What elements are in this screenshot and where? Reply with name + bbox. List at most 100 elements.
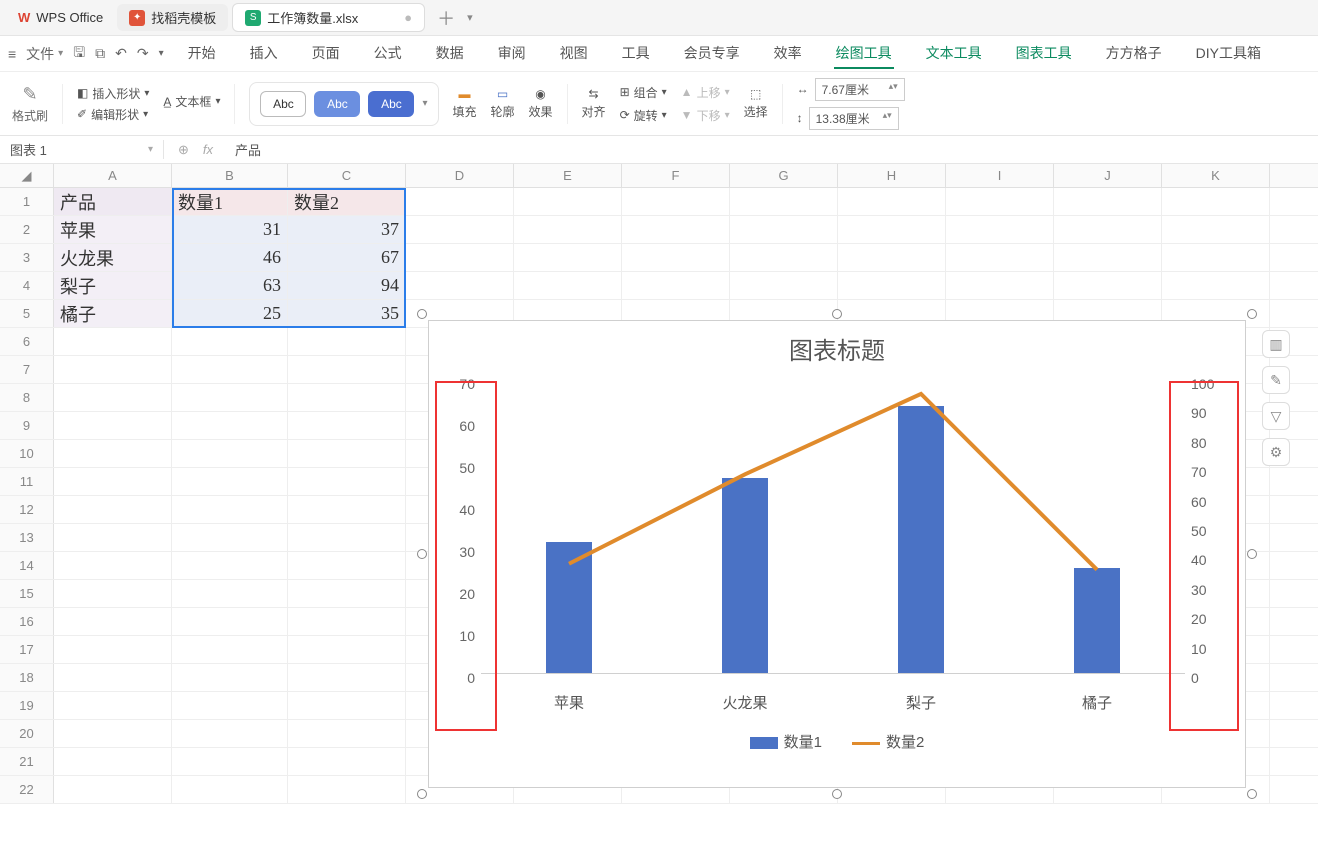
spreadsheet[interactable]: ◢ ABCDEFGHIJK 1产品数量1数量22苹果31373火龙果46674梨… [0, 164, 1318, 804]
row-header-5[interactable]: 5 [0, 300, 54, 327]
menu-tab-1[interactable]: 插入 [248, 39, 280, 69]
cell-B19[interactable] [172, 692, 288, 719]
menu-tab-2[interactable]: 页面 [310, 39, 342, 69]
cell-A19[interactable] [54, 692, 172, 719]
cell-B15[interactable] [172, 580, 288, 607]
text-box[interactable]: A̲ 文本框 ▾ [163, 93, 220, 110]
row-header-19[interactable]: 19 [0, 692, 54, 719]
abc-style-2[interactable]: Abc [314, 91, 360, 117]
undo-icon[interactable]: ↶ [115, 45, 127, 62]
cell-B3[interactable]: 46 [172, 244, 288, 271]
cell-A10[interactable] [54, 440, 172, 467]
hamburger-icon[interactable]: ≡ [8, 46, 16, 62]
cell-F2[interactable] [622, 216, 730, 243]
cell-C19[interactable] [288, 692, 406, 719]
cell-A12[interactable] [54, 496, 172, 523]
col-header-B[interactable]: B [172, 164, 288, 187]
cell-C18[interactable] [288, 664, 406, 691]
cell-I4[interactable] [946, 272, 1054, 299]
save-icon[interactable]: 🖫 [73, 42, 85, 66]
cell-B18[interactable] [172, 664, 288, 691]
align[interactable]: ⇆对齐 [582, 87, 606, 120]
cell-K2[interactable] [1162, 216, 1270, 243]
cell-C17[interactable] [288, 636, 406, 663]
cell-C13[interactable] [288, 524, 406, 551]
row-header-20[interactable]: 20 [0, 720, 54, 747]
cell-B7[interactable] [172, 356, 288, 383]
cell-B13[interactable] [172, 524, 288, 551]
cell-C3[interactable]: 67 [288, 244, 406, 271]
cell-K1[interactable] [1162, 188, 1270, 215]
cell-B20[interactable] [172, 720, 288, 747]
menu-tab-6[interactable]: 视图 [558, 39, 590, 69]
col-header-J[interactable]: J [1054, 164, 1162, 187]
bar-火龙果[interactable] [722, 478, 768, 674]
cell-B8[interactable] [172, 384, 288, 411]
bar-series[interactable] [481, 376, 1185, 674]
select[interactable]: ⬚选择 [744, 87, 768, 120]
row-header-15[interactable]: 15 [0, 580, 54, 607]
cell-H4[interactable] [838, 272, 946, 299]
cell-C10[interactable] [288, 440, 406, 467]
cell-F4[interactable] [622, 272, 730, 299]
chart-type-icon[interactable]: ▥ [1262, 330, 1290, 358]
cell-E2[interactable] [514, 216, 622, 243]
legend-item-line[interactable]: 数量2 [852, 731, 924, 752]
effect[interactable]: ◉效果 [529, 87, 553, 120]
cell-A2[interactable]: 苹果 [54, 216, 172, 243]
more-icon[interactable]: ▾ [159, 48, 164, 59]
height-input[interactable]: 13.38厘米▴▾ [809, 107, 899, 130]
cell-D2[interactable] [406, 216, 514, 243]
fill[interactable]: ▬填充 [453, 87, 477, 120]
menu-tab-4[interactable]: 数据 [434, 39, 466, 69]
cell-C1[interactable]: 数量2 [288, 188, 406, 215]
cell-J2[interactable] [1054, 216, 1162, 243]
plot-area[interactable]: 706050403020100 1009080706050403020100 [481, 376, 1185, 686]
group[interactable]: ⊞ 组合 ▾ [620, 84, 667, 101]
cell-D3[interactable] [406, 244, 514, 271]
cell-K3[interactable] [1162, 244, 1270, 271]
cell-B9[interactable] [172, 412, 288, 439]
cell-A22[interactable] [54, 776, 172, 803]
cell-E1[interactable] [514, 188, 622, 215]
bar-苹果[interactable] [546, 542, 592, 674]
cell-A4[interactable]: 梨子 [54, 272, 172, 299]
menu-tab-3[interactable]: 公式 [372, 39, 404, 69]
cell-B2[interactable]: 31 [172, 216, 288, 243]
menu-tab-9[interactable]: 效率 [772, 39, 804, 69]
cell-F3[interactable] [622, 244, 730, 271]
col-header-G[interactable]: G [730, 164, 838, 187]
chart-legend[interactable]: 数量1 数量2 [429, 731, 1245, 752]
formula-value[interactable]: 产品 [227, 140, 269, 159]
rotate[interactable]: ⟳ 旋转 ▾ [620, 107, 667, 124]
cell-B22[interactable] [172, 776, 288, 803]
abc-style-3[interactable]: Abc [368, 91, 414, 117]
menu-tab-8[interactable]: 会员专享 [682, 39, 742, 69]
cell-B6[interactable] [172, 328, 288, 355]
row-header-13[interactable]: 13 [0, 524, 54, 551]
cell-E3[interactable] [514, 244, 622, 271]
bar-梨子[interactable] [898, 406, 944, 674]
cell-A9[interactable] [54, 412, 172, 439]
col-header-H[interactable]: H [838, 164, 946, 187]
menu-tab-0[interactable]: 开始 [186, 39, 218, 69]
cell-A1[interactable]: 产品 [54, 188, 172, 215]
cell-B5[interactable]: 25 [172, 300, 288, 327]
row-header-3[interactable]: 3 [0, 244, 54, 271]
cell-C21[interactable] [288, 748, 406, 775]
cell-J4[interactable] [1054, 272, 1162, 299]
col-header-A[interactable]: A [54, 164, 172, 187]
cell-K4[interactable] [1162, 272, 1270, 299]
tab-workbook[interactable]: S 工作簿数量.xlsx ● [232, 3, 425, 32]
cell-C5[interactable]: 35 [288, 300, 406, 327]
col-header-K[interactable]: K [1162, 164, 1270, 187]
cell-B12[interactable] [172, 496, 288, 523]
row-header-4[interactable]: 4 [0, 272, 54, 299]
cell-C2[interactable]: 37 [288, 216, 406, 243]
cell-A11[interactable] [54, 468, 172, 495]
cell-D1[interactable] [406, 188, 514, 215]
menu-tab-12[interactable]: 图表工具 [1014, 39, 1074, 69]
chart-title[interactable]: 图表标题 [429, 321, 1245, 372]
cell-E4[interactable] [514, 272, 622, 299]
cell-C4[interactable]: 94 [288, 272, 406, 299]
